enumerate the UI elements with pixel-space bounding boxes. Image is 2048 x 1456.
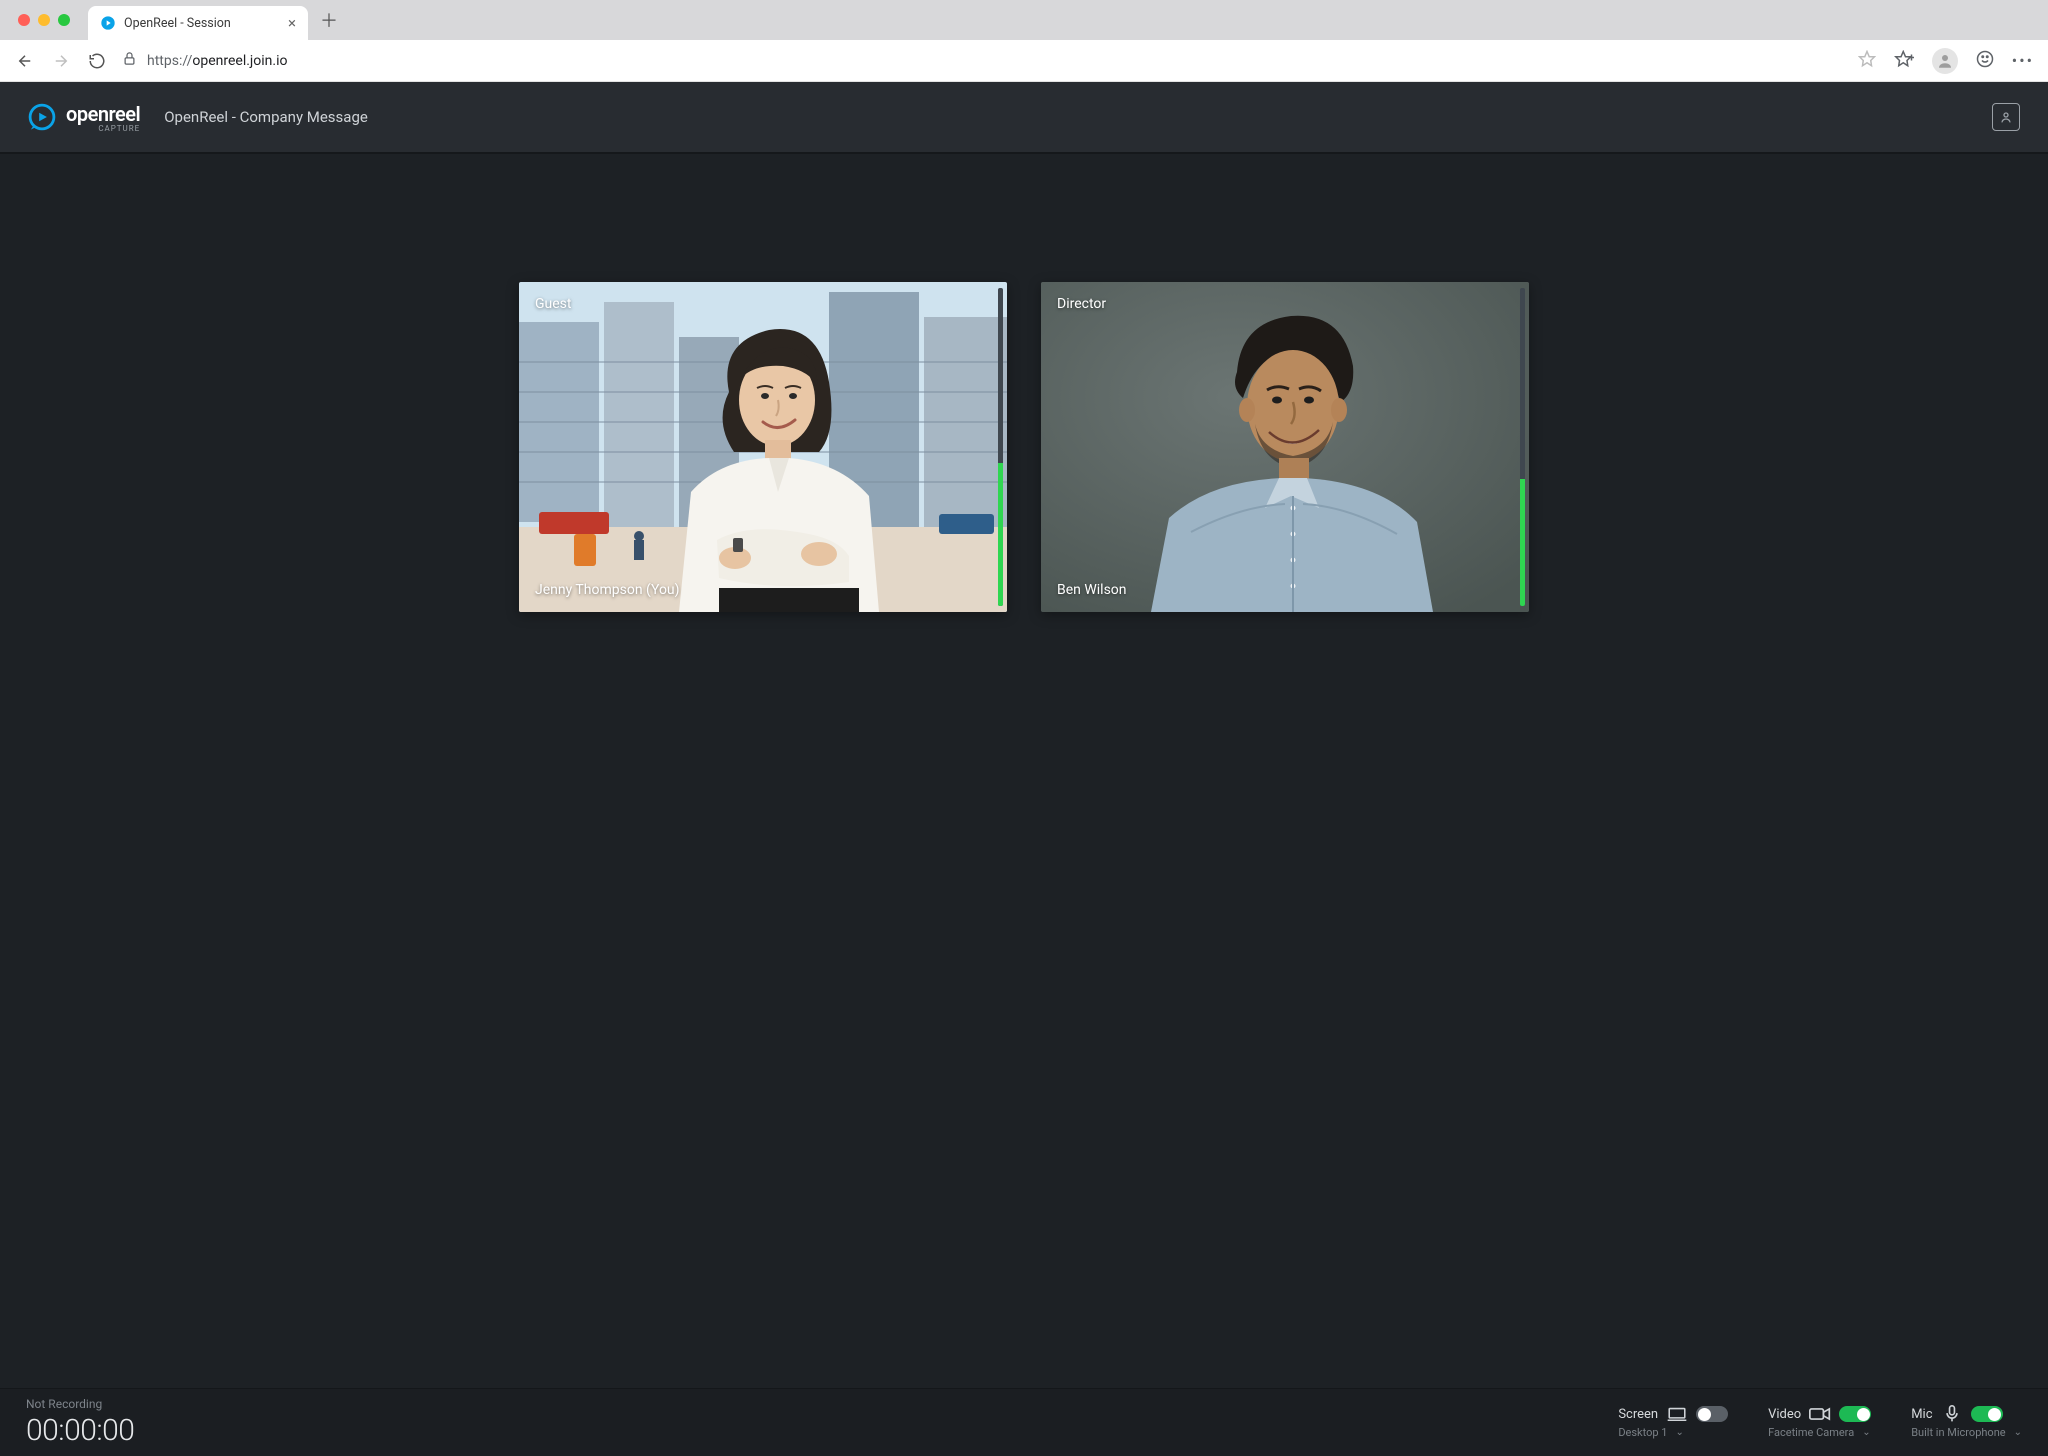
participant-role: Guest xyxy=(535,296,571,312)
brand-logo-icon xyxy=(28,103,56,131)
address-bar: https://openreel.join.io ••• xyxy=(0,40,2048,82)
recording-status-block: Not Recording 00:00:00 xyxy=(26,1397,134,1448)
nav-back-button[interactable] xyxy=(14,50,36,72)
video-tile-director[interactable]: Director Ben Wilson xyxy=(1041,282,1529,612)
audio-level-meter xyxy=(998,288,1003,606)
participants-button[interactable] xyxy=(1992,103,2020,131)
brand-logo[interactable]: openreel CAPTURE xyxy=(28,102,140,133)
screen-icon xyxy=(1666,1406,1688,1422)
video-tiles: Guest Jenny Thompson (You) xyxy=(519,282,1529,612)
more-menu-icon[interactable]: ••• xyxy=(2012,51,2034,70)
video-label: Video xyxy=(1768,1407,1801,1422)
video-device: Facetime Camera xyxy=(1768,1426,1854,1439)
nav-refresh-button[interactable] xyxy=(86,50,108,72)
device-controls: Screen Desktop 1 ⌄ Video Facetime Camer xyxy=(1618,1406,2022,1439)
window-controls xyxy=(18,14,70,26)
participant-role: Director xyxy=(1057,296,1106,312)
recording-status: Not Recording xyxy=(26,1397,134,1411)
video-tile-guest[interactable]: Guest Jenny Thompson (You) xyxy=(519,282,1007,612)
screen-device-select[interactable]: Desktop 1 ⌄ xyxy=(1618,1426,1728,1439)
new-tab-button[interactable]: ＋ xyxy=(314,5,344,35)
url-protocol: https:// xyxy=(147,53,192,69)
mic-control: Mic Built in Microphone ⌄ xyxy=(1911,1406,2022,1439)
nav-forward-button[interactable] xyxy=(50,50,72,72)
video-feed xyxy=(1041,282,1529,612)
tab-bar: OpenReel - Session × ＋ xyxy=(0,0,2048,40)
participant-name: Jenny Thompson (You) xyxy=(535,582,680,598)
recording-timer: 00:00:00 xyxy=(26,1413,134,1448)
participant-name: Ben Wilson xyxy=(1057,582,1127,598)
camera-icon xyxy=(1809,1406,1831,1422)
app-header: openreel CAPTURE OpenReel - Company Mess… xyxy=(0,82,2048,154)
window-close-button[interactable] xyxy=(18,14,30,26)
screen-control: Screen Desktop 1 ⌄ xyxy=(1618,1406,1728,1439)
mic-device-select[interactable]: Built in Microphone ⌄ xyxy=(1911,1426,2022,1439)
tab-favicon xyxy=(100,15,116,31)
session-title: OpenReel - Company Message xyxy=(164,108,368,126)
window-minimize-button[interactable] xyxy=(38,14,50,26)
video-device-select[interactable]: Facetime Camera ⌄ xyxy=(1768,1426,1871,1439)
video-feed xyxy=(519,282,1007,612)
chevron-down-icon: ⌄ xyxy=(1675,1427,1683,1438)
screen-toggle[interactable] xyxy=(1696,1406,1728,1422)
mic-device: Built in Microphone xyxy=(1911,1426,2005,1439)
screen-label: Screen xyxy=(1618,1407,1658,1422)
screen-device: Desktop 1 xyxy=(1618,1426,1667,1439)
mic-icon xyxy=(1941,1406,1963,1422)
brand-name: openreel xyxy=(66,102,140,126)
chevron-down-icon: ⌄ xyxy=(2014,1427,2022,1438)
star-outline-icon[interactable] xyxy=(1858,50,1876,72)
audio-level-meter xyxy=(1520,288,1525,606)
url-host: openreel.join.io xyxy=(192,53,287,69)
url-field[interactable]: https://openreel.join.io xyxy=(122,51,1844,70)
toolbar-right: ••• xyxy=(1858,48,2034,74)
favorites-icon[interactable] xyxy=(1894,50,1914,72)
tab-close-button[interactable]: × xyxy=(288,14,296,32)
browser-tab[interactable]: OpenReel - Session × xyxy=(88,6,308,40)
mic-label: Mic xyxy=(1911,1407,1932,1422)
browser-chrome: OpenReel - Session × ＋ https://openreel.… xyxy=(0,0,2048,82)
smiley-icon[interactable] xyxy=(1976,50,1994,72)
chevron-down-icon: ⌄ xyxy=(1862,1427,1870,1438)
window-zoom-button[interactable] xyxy=(58,14,70,26)
tab-title: OpenReel - Session xyxy=(124,16,231,31)
profile-avatar[interactable] xyxy=(1932,48,1958,74)
video-toggle[interactable] xyxy=(1839,1406,1871,1422)
mic-toggle[interactable] xyxy=(1971,1406,2003,1422)
control-bar: Not Recording 00:00:00 Screen Desktop 1 … xyxy=(0,1388,2048,1456)
video-stage: Guest Jenny Thompson (You) xyxy=(0,154,2048,1388)
lock-icon xyxy=(122,51,137,70)
video-control: Video Facetime Camera ⌄ xyxy=(1768,1406,1871,1439)
